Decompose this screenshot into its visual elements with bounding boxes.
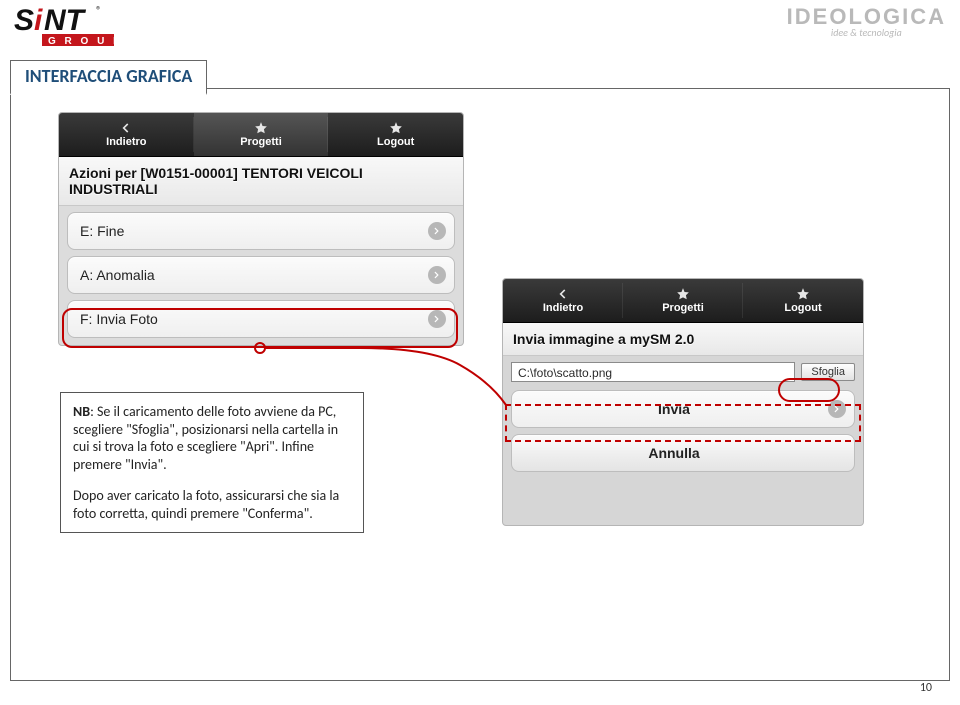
back-arrow-icon bbox=[119, 121, 133, 135]
list-item-fine[interactable]: E: Fine bbox=[67, 212, 455, 250]
list-item-label: A: Anomalia bbox=[80, 267, 155, 283]
navbar: Indietro Progetti Logout bbox=[503, 279, 863, 323]
nav-projects[interactable]: Progetti bbox=[194, 113, 329, 156]
chevron-right-icon bbox=[428, 310, 446, 328]
section-tab-title: INTERFACCIA GRAFICA bbox=[10, 60, 207, 95]
nav-projects-label: Progetti bbox=[662, 302, 704, 314]
nav-logout[interactable]: Logout bbox=[743, 279, 863, 322]
file-path-input[interactable]: C:\foto\scatto.png bbox=[511, 362, 795, 382]
cancel-button[interactable]: Annulla bbox=[511, 434, 855, 472]
svg-text:NT: NT bbox=[44, 4, 87, 37]
list-item-label: F: Invia Foto bbox=[80, 311, 158, 327]
back-arrow-icon bbox=[556, 287, 570, 301]
star-icon bbox=[676, 287, 690, 301]
registered-mark: ® bbox=[96, 4, 102, 17]
nav-back-label: Indietro bbox=[106, 136, 146, 148]
phone-mock-right: Indietro Progetti Logout Invia immagine … bbox=[502, 278, 864, 526]
cancel-button-label: Annulla bbox=[648, 445, 699, 461]
phone-mock-left: Indietro Progetti Logout Azioni per [W01… bbox=[58, 112, 464, 346]
nb-paragraph-1: : Se il caricamento delle foto avviene d… bbox=[73, 403, 338, 473]
nav-projects[interactable]: Progetti bbox=[623, 279, 743, 322]
ideologica-logo: IDEOLOGICA idee & tecnologia bbox=[787, 4, 946, 39]
submit-button-label: Invia bbox=[658, 401, 690, 417]
svg-text:S: S bbox=[14, 4, 34, 37]
nav-back-label: Indietro bbox=[543, 302, 583, 314]
browse-button[interactable]: Sfoglia bbox=[801, 363, 855, 381]
nav-logout-label: Logout bbox=[784, 302, 821, 314]
chevron-right-icon bbox=[428, 266, 446, 284]
nb-label: NB bbox=[73, 403, 90, 420]
navbar: Indietro Progetti Logout bbox=[59, 113, 463, 157]
nav-back[interactable]: Indietro bbox=[59, 113, 194, 156]
chevron-right-icon bbox=[828, 400, 846, 418]
list-item-anomalia[interactable]: A: Anomalia bbox=[67, 256, 455, 294]
page-title: Invia immagine a mySM 2.0 bbox=[503, 323, 863, 356]
svg-text:i: i bbox=[34, 4, 43, 37]
page-number: 10 bbox=[920, 681, 932, 695]
nb-paragraph-2: Dopo aver caricato la foto, assicurarsi … bbox=[73, 487, 351, 522]
nav-logout[interactable]: Logout bbox=[328, 113, 463, 156]
nb-note-box: NB: Se il caricamento delle foto avviene… bbox=[60, 392, 364, 533]
star-icon bbox=[389, 121, 403, 135]
list-item-invia-foto[interactable]: F: Invia Foto bbox=[67, 300, 455, 338]
sint-logo: S i NT ® G R O U P bbox=[14, 2, 122, 57]
nav-logout-label: Logout bbox=[377, 136, 414, 148]
nav-back[interactable]: Indietro bbox=[503, 279, 623, 322]
sint-group-text: G R O U P bbox=[48, 36, 122, 47]
submit-button[interactable]: Invia bbox=[511, 390, 855, 428]
star-icon bbox=[796, 287, 810, 301]
nav-projects-label: Progetti bbox=[240, 136, 282, 148]
page-title: Azioni per [W0151-00001] TENTORI VEICOLI… bbox=[59, 157, 463, 206]
file-upload-bar: C:\foto\scatto.png Sfoglia bbox=[511, 362, 855, 382]
star-icon bbox=[254, 121, 268, 135]
list-item-label: E: Fine bbox=[80, 223, 124, 239]
chevron-right-icon bbox=[428, 222, 446, 240]
